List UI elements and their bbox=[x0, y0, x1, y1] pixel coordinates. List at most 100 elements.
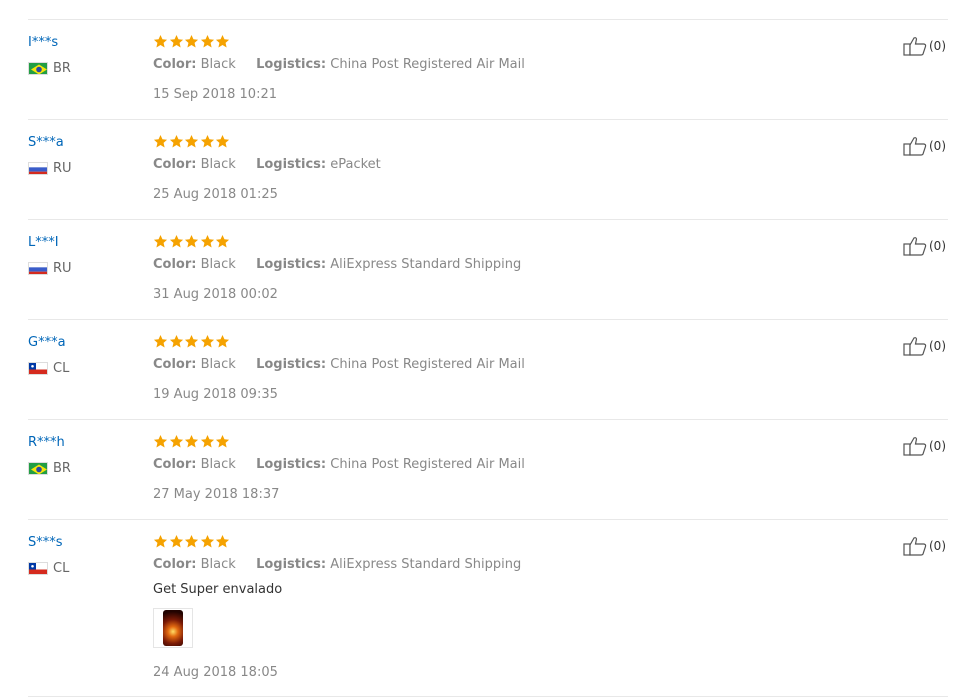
star-icon bbox=[153, 534, 168, 548]
reviewer-country: CL bbox=[28, 561, 69, 576]
helpful-button[interactable]: (0) bbox=[903, 36, 946, 56]
review-item: L***I RU Color: Black Logistics: AliExpr… bbox=[0, 220, 970, 320]
review-date: 15 Sep 2018 10:21 bbox=[153, 87, 277, 102]
star-icon bbox=[169, 234, 183, 248]
review-date: 31 Aug 2018 00:02 bbox=[153, 287, 278, 302]
star-rating bbox=[153, 434, 231, 449]
country-code: RU bbox=[53, 261, 72, 276]
helpful-button[interactable]: (0) bbox=[903, 236, 946, 256]
star-icon bbox=[200, 534, 214, 548]
helpful-button[interactable]: (0) bbox=[903, 436, 946, 456]
thumbs-up-icon bbox=[903, 37, 927, 56]
reviewer-country: BR bbox=[28, 461, 71, 476]
logistics-label: Logistics: bbox=[256, 257, 327, 272]
helpful-count: (0) bbox=[929, 39, 946, 53]
star-icon bbox=[169, 134, 183, 148]
star-icon bbox=[169, 334, 183, 348]
star-icon bbox=[169, 434, 183, 448]
reviewer-name[interactable]: L***I bbox=[28, 235, 59, 250]
review-divider bbox=[28, 696, 948, 697]
review-date: 27 May 2018 18:37 bbox=[153, 487, 280, 502]
star-icon bbox=[200, 234, 214, 248]
brazil-flag-icon bbox=[28, 462, 48, 475]
helpful-button[interactable]: (0) bbox=[903, 536, 946, 556]
review-item: S***a RU Color: Black Logistics: ePacket… bbox=[0, 120, 970, 220]
star-icon bbox=[184, 334, 199, 348]
logistics-label: Logistics: bbox=[256, 157, 327, 172]
star-icon bbox=[215, 334, 230, 348]
country-code: CL bbox=[53, 361, 70, 376]
helpful-button[interactable]: (0) bbox=[903, 336, 946, 356]
helpful-button[interactable]: (0) bbox=[903, 136, 946, 156]
color-value: Black bbox=[200, 557, 236, 572]
star-icon bbox=[200, 434, 214, 448]
order-attributes: Color: Black Logistics: China Post Regis… bbox=[153, 57, 525, 72]
reviewer-country: BR bbox=[28, 61, 71, 76]
chile-flag-icon bbox=[28, 562, 48, 575]
review-date: 25 Aug 2018 01:25 bbox=[153, 187, 278, 202]
logistics-value: AliExpress Standard Shipping bbox=[330, 257, 522, 272]
star-icon bbox=[215, 534, 230, 548]
color-value: Black bbox=[200, 457, 236, 472]
review-photo-thumbnail[interactable] bbox=[153, 608, 193, 648]
reviewer-name[interactable]: G***a bbox=[28, 335, 66, 350]
logistics-value: ePacket bbox=[330, 157, 381, 172]
reviewer-country: CL bbox=[28, 361, 69, 376]
logistics-label: Logistics: bbox=[256, 457, 327, 472]
star-icon bbox=[215, 134, 230, 148]
logistics-label: Logistics: bbox=[256, 557, 327, 572]
country-code: RU bbox=[53, 161, 72, 176]
chile-flag-icon bbox=[28, 362, 48, 375]
star-icon bbox=[153, 334, 168, 348]
color-value: Black bbox=[200, 157, 236, 172]
review-date: 24 Aug 2018 18:05 bbox=[153, 665, 278, 680]
star-rating bbox=[153, 34, 231, 49]
thumbs-up-icon bbox=[903, 537, 927, 556]
reviewer-country: RU bbox=[28, 261, 72, 276]
reviewer-name[interactable]: R***h bbox=[28, 435, 65, 450]
country-code: BR bbox=[53, 461, 71, 476]
color-label: Color: bbox=[153, 257, 197, 272]
helpful-count: (0) bbox=[929, 339, 946, 353]
order-attributes: Color: Black Logistics: ePacket bbox=[153, 157, 381, 172]
logistics-value: China Post Registered Air Mail bbox=[330, 357, 525, 372]
review-date: 19 Aug 2018 09:35 bbox=[153, 387, 278, 402]
color-value: Black bbox=[200, 257, 236, 272]
star-icon bbox=[169, 34, 183, 48]
star-icon bbox=[184, 534, 199, 548]
star-icon bbox=[215, 34, 230, 48]
reviewer-name[interactable]: S***a bbox=[28, 135, 64, 150]
logistics-label: Logistics: bbox=[256, 57, 327, 72]
russia-flag-icon bbox=[28, 162, 48, 175]
logistics-value: China Post Registered Air Mail bbox=[330, 457, 525, 472]
review-comment: Get Super envalado bbox=[153, 582, 283, 597]
star-rating bbox=[153, 234, 231, 249]
star-icon bbox=[184, 34, 199, 48]
logistics-value: China Post Registered Air Mail bbox=[330, 57, 525, 72]
star-icon bbox=[200, 134, 214, 148]
star-icon bbox=[153, 234, 168, 248]
helpful-count: (0) bbox=[929, 439, 946, 453]
helpful-count: (0) bbox=[929, 139, 946, 153]
review-item: S***s CL Color: Black Logistics: AliExpr… bbox=[0, 520, 970, 696]
star-icon bbox=[200, 34, 214, 48]
thumbs-up-icon bbox=[903, 237, 927, 256]
color-label: Color: bbox=[153, 457, 197, 472]
helpful-count: (0) bbox=[929, 539, 946, 553]
star-icon bbox=[215, 434, 230, 448]
review-item: G***a CL Color: Black Logistics: China P… bbox=[0, 320, 970, 420]
star-icon bbox=[184, 434, 199, 448]
star-icon bbox=[184, 134, 199, 148]
logistics-label: Logistics: bbox=[256, 357, 327, 372]
star-icon bbox=[184, 234, 199, 248]
reviewer-name[interactable]: S***s bbox=[28, 535, 63, 550]
helpful-count: (0) bbox=[929, 239, 946, 253]
review-item: I***s BR Color: Black Logistics: China P… bbox=[0, 20, 970, 120]
reviewer-name[interactable]: I***s bbox=[28, 35, 58, 50]
thumbs-up-icon bbox=[903, 337, 927, 356]
color-label: Color: bbox=[153, 57, 197, 72]
star-icon bbox=[153, 34, 168, 48]
order-attributes: Color: Black Logistics: AliExpress Stand… bbox=[153, 257, 521, 272]
country-code: BR bbox=[53, 61, 71, 76]
star-icon bbox=[153, 134, 168, 148]
